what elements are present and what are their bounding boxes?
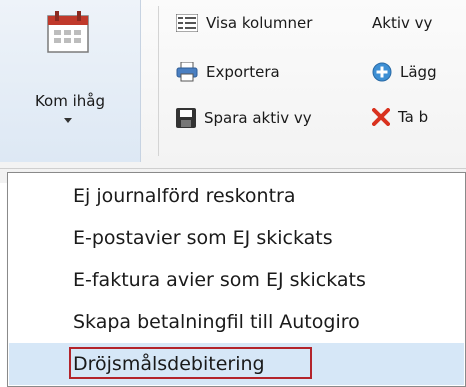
lagg-button[interactable]: Lägg (372, 62, 437, 82)
menu-item-drojsmalsdebitering[interactable]: Dröjsmålsdebitering (9, 343, 464, 385)
ta-bort-label: Ta b (398, 108, 429, 126)
exportera-button[interactable]: Exportera (176, 62, 280, 82)
kom-ihag-button[interactable]: Kom ihåg (0, 0, 141, 162)
aktiv-vy-label: Aktiv vy (372, 14, 433, 32)
ribbon: Kom ihåg Visa kolumner Exportera Spara a… (0, 0, 466, 183)
menu-item-label: E-faktura avier som EJ skickats (73, 269, 366, 291)
menu-item-e-faktura-avier[interactable]: E-faktura avier som EJ skickats (9, 259, 464, 301)
aktiv-vy-button[interactable]: Aktiv vy (372, 14, 432, 32)
menu-item-label: Ej journalförd reskontra (73, 185, 296, 207)
menu-item-label: E-postavier som EJ skickats (73, 227, 333, 249)
visa-kolumner-button[interactable]: Visa kolumner (176, 14, 312, 32)
kom-ihag-label: Kom ihåg (34, 92, 106, 110)
spara-aktiv-vy-label: Spara aktiv vy (204, 109, 312, 127)
spara-aktiv-vy-button[interactable]: Spara aktiv vy (176, 108, 312, 128)
save-icon (176, 108, 196, 128)
calendar-icon (47, 11, 89, 53)
ribbon-separator (158, 6, 159, 156)
menu-item-skapa-betalningfil[interactable]: Skapa betalningfil till Autogiro (9, 301, 464, 343)
chevron-down-icon (64, 118, 72, 123)
printer-icon (176, 62, 198, 82)
ta-bort-button[interactable]: Ta b (372, 108, 428, 126)
ribbon-bottom-border (0, 168, 466, 169)
lagg-label: Lägg (400, 63, 437, 81)
kom-ihag-dropdown-menu: Ej journalförd reskontra E-postavier som… (7, 172, 466, 387)
exportera-label: Exportera (206, 63, 280, 81)
menu-item-label: Skapa betalningfil till Autogiro (73, 311, 360, 333)
add-icon (372, 62, 392, 82)
columns-icon (176, 14, 198, 32)
delete-icon (372, 108, 390, 126)
menu-item-e-postavier[interactable]: E-postavier som EJ skickats (9, 217, 464, 259)
visa-kolumner-label: Visa kolumner (206, 14, 313, 32)
menu-item-ej-journalford-reskontra[interactable]: Ej journalförd reskontra (9, 175, 464, 217)
menu-item-label: Dröjsmålsdebitering (73, 353, 265, 375)
